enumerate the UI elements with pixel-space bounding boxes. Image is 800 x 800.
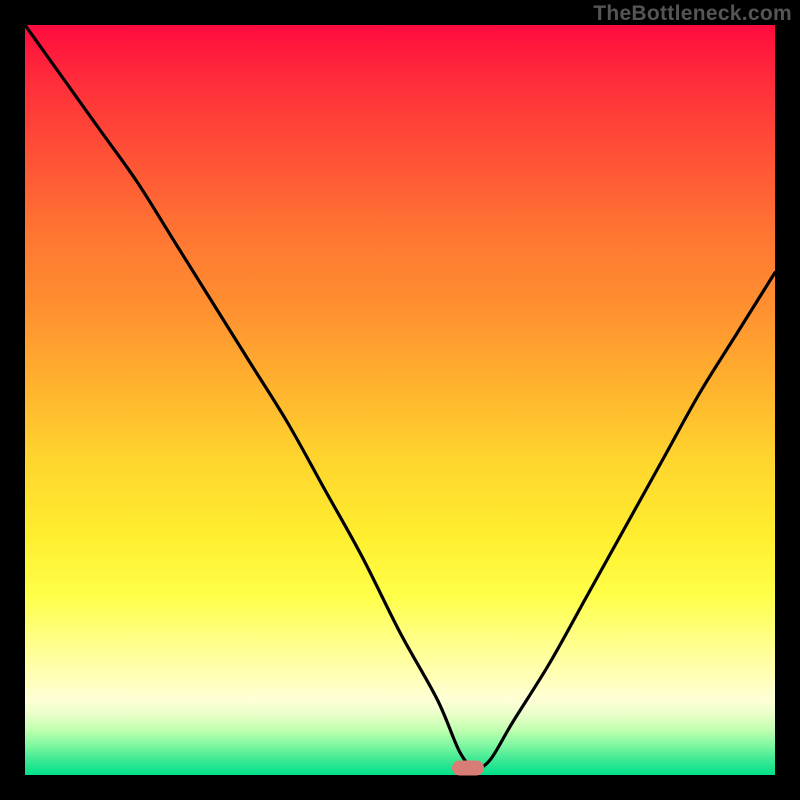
watermark-text: TheBottleneck.com [593,2,792,26]
bottleneck-curve [25,25,775,775]
plot-area [25,25,775,775]
optimal-marker [452,760,484,775]
chart-container: TheBottleneck.com [0,0,800,800]
